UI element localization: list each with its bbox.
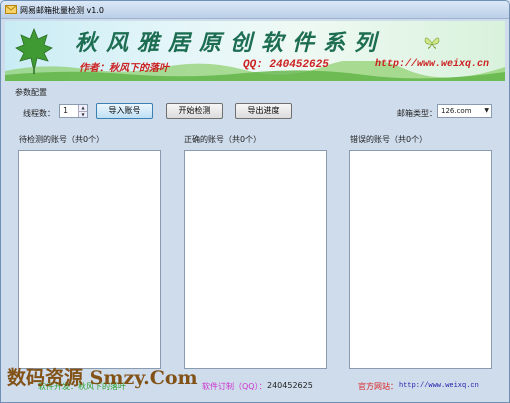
footer-site-link[interactable]: http://www.weixq.cn <box>399 382 479 390</box>
thread-count-spinner[interactable]: 1 ▲ ▼ <box>59 104 88 118</box>
banner-qq: QQ: 240452625 <box>243 59 329 71</box>
banner: 秋风雅居原创软件系列 作者：秋风下的落叶 QQ: 240452625 http:… <box>5 21 505 81</box>
banner-title: 秋风雅居原创软件系列 <box>75 30 386 56</box>
window-title: 网易邮箱批量检测 v1.0 <box>20 6 104 15</box>
invalid-accounts-label: 错误的账号（共0个） <box>350 135 428 144</box>
butterfly-icon <box>424 37 440 49</box>
footer-site-label: 官方网站： <box>358 382 398 391</box>
banner-url: http://www.weixq.cn <box>375 59 490 70</box>
thread-count-value[interactable]: 1 <box>63 106 68 115</box>
valid-accounts-label: 正确的账号（共0个） <box>184 135 262 144</box>
footer-qq-number: 240452625 <box>267 381 313 390</box>
banner-author: 作者：秋风下的落叶 <box>79 63 169 74</box>
import-accounts-button[interactable]: 导入账号 <box>96 103 153 119</box>
mail-icon <box>5 5 17 14</box>
maple-leaf-icon <box>15 27 53 74</box>
valid-accounts-list[interactable] <box>184 150 327 369</box>
start-check-button[interactable]: 开始检测 <box>166 103 223 119</box>
invalid-accounts-list[interactable] <box>349 150 492 369</box>
chevron-down-icon[interactable]: ▼ <box>484 107 489 114</box>
settings-group-label: 参数配置 <box>15 88 47 97</box>
main-window: 网易邮箱批量检测 v1.0 秋风雅居原创软件系列 作者：秋风下的落叶 QQ: 2… <box>0 0 510 403</box>
watermark: 数码资源 Smzy.Com <box>7 367 198 389</box>
footer-qq-label: 软件订制（QQ）： <box>202 382 267 391</box>
mailbox-type-select[interactable]: 126.com ▼ <box>437 104 492 118</box>
spinner-buttons: ▲ ▼ <box>78 105 87 117</box>
title-bar[interactable]: 网易邮箱批量检测 v1.0 <box>1 1 509 19</box>
pending-accounts-label: 待检测的账号（共0个） <box>19 135 105 144</box>
mailbox-type-value: 126.com <box>441 107 472 115</box>
mailbox-type-label: 邮箱类型： <box>397 109 437 118</box>
export-progress-button[interactable]: 导出进度 <box>235 103 292 119</box>
pending-accounts-list[interactable] <box>18 150 161 369</box>
thread-count-label: 线程数： <box>23 109 55 118</box>
spin-down-icon[interactable]: ▼ <box>79 111 87 117</box>
